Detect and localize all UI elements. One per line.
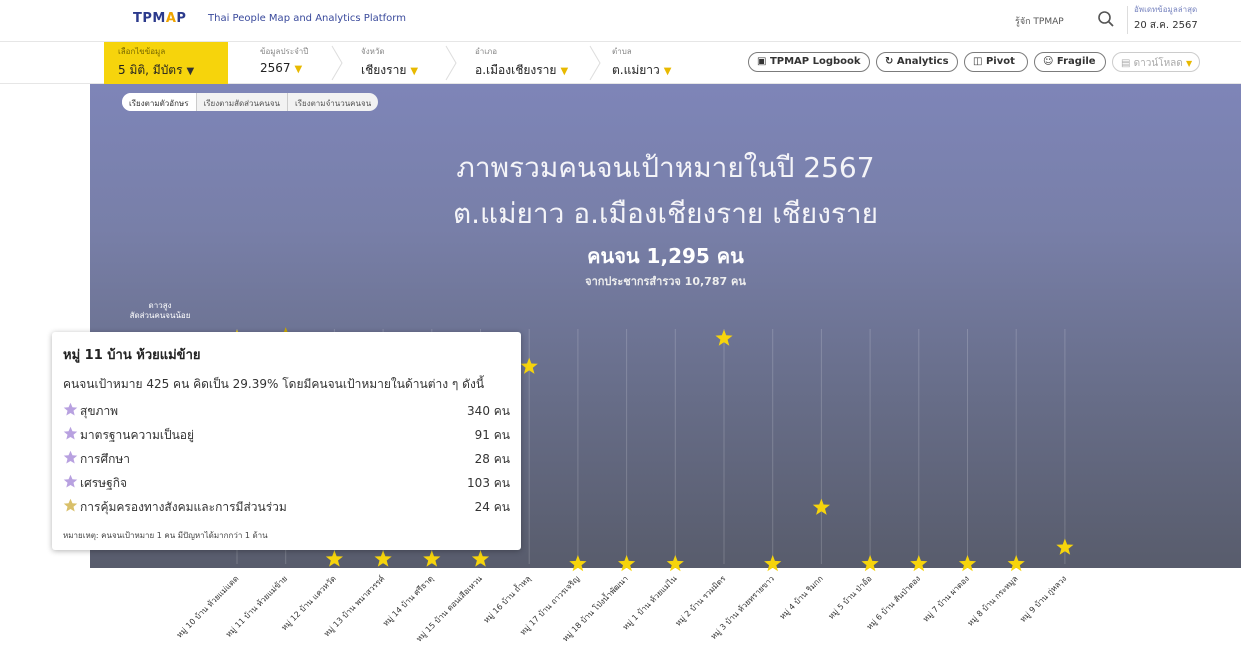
village-label: หมู่ 2 บ้าน รวมมิตร bbox=[674, 574, 729, 629]
village-label: หมู่ 1 บ้าน ห้วยแม่ไน bbox=[621, 574, 680, 633]
chevron-down-icon: ▼ bbox=[186, 66, 195, 77]
village-label: หมู่ 15 บ้าน ดอนเสือเหวน bbox=[414, 574, 485, 645]
star-icon bbox=[63, 450, 78, 464]
breadcrumb-chevron-icon bbox=[331, 45, 343, 81]
pivot-button[interactable]: ◫ Pivot bbox=[964, 52, 1028, 72]
village-label: หมู่ 8 บ้าน กระหมูล bbox=[966, 574, 1021, 629]
chevron-down-icon: ▼ bbox=[663, 66, 672, 77]
tab-sort-poverty-count[interactable]: เรียงตามจำนวนคนจน bbox=[288, 93, 378, 111]
last-update: อัพเดทข้อมูลล่าสุด 20 ส.ค. 2567 bbox=[1134, 3, 1234, 37]
tooltip-row-economy: เศรษฐกิจ 103 คน bbox=[63, 474, 510, 494]
tooltip-title: หมู่ 11 บ้าน ห้วยแม่ข้าย bbox=[63, 348, 201, 363]
chevron-down-icon: ▼ bbox=[560, 66, 569, 77]
update-label: อัพเดทข้อมูลล่าสุด bbox=[1134, 5, 1198, 14]
tooltip-row-living-standard: มาตรฐานความเป็นอยู่ 91 คน bbox=[63, 426, 510, 446]
about-link[interactable]: รู้จัก TPMAP bbox=[1015, 14, 1064, 28]
update-date: 20 ส.ค. 2567 bbox=[1134, 20, 1198, 31]
village-label: หมู่ 10 บ้าน ห้วยแม่แดด bbox=[175, 574, 241, 640]
tooltip-summary: คนจนเป้าหมาย 425 คน คิดเป็น 29.39% โดยมี… bbox=[63, 377, 485, 391]
subdistrict-select[interactable]: ตำบล ต.แม่ยาว ▼ bbox=[612, 42, 712, 84]
axis-top-label: ดาวสูง สัดส่วนคนจนน้อย bbox=[129, 301, 191, 320]
chevron-down-icon: ▼ bbox=[1185, 59, 1193, 68]
village-label: หมู่ 5 บ้าน ป่าอ้อ bbox=[827, 574, 875, 622]
tab-sort-poverty-ratio[interactable]: เรียงตามสัดส่วนคนจน bbox=[197, 93, 288, 111]
survey-population: จากประชากรสำรวจ 10,787 คน bbox=[585, 275, 746, 288]
star-icon bbox=[63, 498, 78, 512]
poor-count: คนจน 1,295 คน bbox=[587, 244, 744, 268]
filter-bar: เลือกไขข้อมูล 5 มิติ, มีบัตร ▼ ข้อมูลประจ… bbox=[0, 42, 1241, 84]
refresh-icon: ↻ bbox=[885, 56, 894, 67]
village-label: หมู่ 17 บ้าน ถาวรเจริญ bbox=[518, 574, 582, 638]
data-source-select[interactable]: เลือกไขข้อมูล 5 มิติ, มีบัตร ▼ bbox=[104, 42, 228, 84]
village-label: หมู่ 18 บ้าน โป่งน้ำพัฒนา bbox=[559, 573, 630, 644]
village-label: หมู่ 14 บ้าน ศรีธาตุ bbox=[381, 574, 436, 629]
tooltip-row-social-protection: การคุ้มครองทางสังคมและการมีส่วนร่วม 24 คน bbox=[63, 498, 510, 518]
page-title: ภาพรวมคนจนเป้าหมายในปี 2567 bbox=[456, 151, 875, 184]
chevron-down-icon: ▼ bbox=[410, 66, 419, 77]
star-icon bbox=[63, 402, 78, 416]
chevron-down-icon: ▼ bbox=[294, 64, 303, 75]
village-label: หมู่ 11 บ้าน ห้วยแม่ข้าย bbox=[224, 574, 290, 640]
sort-tabs: เรียงตามตัวอักษร เรียงตามสัดส่วนคนจน เรี… bbox=[122, 93, 379, 111]
village-tooltip: หมู่ 11 บ้าน ห้วยแม่ข้าย คนจนเป้าหมาย 42… bbox=[52, 332, 521, 550]
smiley-icon: ☺ bbox=[1043, 56, 1054, 67]
tooltip-row-education: การศึกษา 28 คน bbox=[63, 450, 510, 470]
village-label: หมู่ 9 บ้าน กู่หลวง bbox=[1018, 574, 1069, 625]
top-bar: TPMAP Thai People Map and Analytics Plat… bbox=[0, 0, 1241, 42]
logbook-button[interactable]: ▣ TPMAP Logbook bbox=[748, 52, 870, 72]
platform-name: Thai People Map and Analytics Platform bbox=[208, 13, 406, 24]
village-label: หมู่ 16 บ้าน ถ้ำหลุ bbox=[480, 573, 533, 626]
tooltip-note: หมายเหตุ: คนจนเป้าหมาย 1 คน มีปัญหาได้มา… bbox=[63, 531, 268, 540]
tpmap-logo[interactable]: TPMAP bbox=[133, 11, 186, 26]
fragile-button[interactable]: ☺ Fragile bbox=[1034, 52, 1106, 72]
district-select[interactable]: อำเภอ อ.เมืองเชียงราย ▼ bbox=[475, 42, 595, 84]
village-label: หมู่ 6 บ้าน สันป่าตอง bbox=[865, 574, 923, 632]
book-icon: ▣ bbox=[757, 56, 767, 67]
breadcrumb-chevron-icon bbox=[445, 45, 457, 81]
village-label: หมู่ 4 บ้าน ริมกก bbox=[778, 574, 826, 622]
village-label: หมู่ 13 บ้าน พนาสวรรค์ bbox=[321, 573, 387, 639]
update-divider bbox=[1127, 6, 1128, 34]
star-icon bbox=[63, 474, 78, 488]
download-icon: ▤ bbox=[1121, 58, 1131, 69]
village-label: หมู่ 12 บ้าน แควหวัด bbox=[280, 574, 339, 633]
breadcrumb-chevron-icon bbox=[589, 45, 601, 81]
tab-sort-alphabetical[interactable]: เรียงตามตัวอักษร bbox=[122, 93, 197, 111]
village-label: หมู่ 3 บ้าน ห้วยทรายขาว bbox=[709, 574, 777, 642]
location-title: ต.แม่ยาว อ.เมืองเชียงราย เชียงราย bbox=[452, 197, 879, 230]
download-button[interactable]: ▤ ดาวน์โหลด ▼ bbox=[1112, 52, 1200, 72]
pivot-table-icon: ◫ bbox=[973, 56, 983, 67]
village-label: หมู่ 7 บ้าน ผาตอง bbox=[921, 574, 972, 625]
analytics-button[interactable]: ↻ Analytics bbox=[876, 52, 958, 72]
tooltip-row-health: สุขภาพ 340 คน bbox=[63, 402, 510, 422]
search-icon[interactable] bbox=[1096, 9, 1116, 29]
star-icon bbox=[63, 426, 78, 440]
